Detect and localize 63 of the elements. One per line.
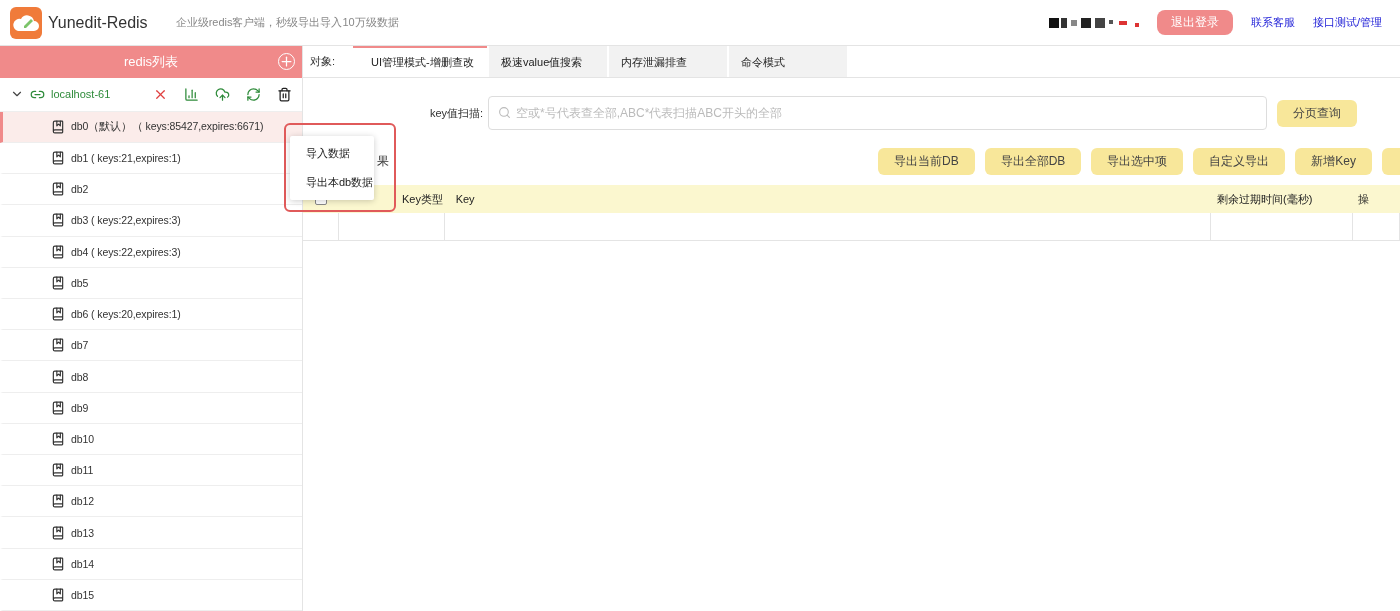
database-label: db14 (71, 557, 94, 570)
book-icon (51, 182, 65, 197)
search-icon (498, 106, 511, 119)
tab[interactable]: 极速value值搜索 (489, 46, 607, 77)
book-icon (51, 431, 65, 446)
add-icon[interactable] (278, 53, 295, 70)
book-icon (51, 338, 65, 353)
book-icon (51, 275, 65, 290)
book-icon (51, 525, 65, 540)
trash-icon[interactable] (277, 86, 292, 102)
database-label: db1 ( keys:21,expires:1) (71, 152, 181, 165)
database-label: db7 (71, 339, 89, 352)
database-label: db11 (71, 464, 94, 477)
database-label: db13 (71, 526, 94, 539)
app-slogan: 企业级redis客户端，秒级导出导入10万级数据 (175, 15, 399, 30)
search-field[interactable]: 空或*号代表查全部,ABC*代表扫描ABC开头的全部 (488, 96, 1267, 130)
app-logo (10, 6, 42, 39)
book-icon (51, 463, 65, 478)
book-icon (51, 244, 65, 259)
database-label: db4 ( keys:22,expires:3) (71, 245, 181, 258)
database-label: db8 (71, 370, 89, 383)
book-icon (51, 400, 65, 415)
book-icon (51, 307, 65, 322)
database-label: db10 (71, 432, 94, 445)
action-button[interactable]: 导出当前DB (877, 148, 975, 175)
book-icon (51, 213, 65, 228)
database-label: db9 (71, 401, 89, 414)
database-item[interactable]: db0（默认）（ keys:85427,expires:6671) (0, 111, 302, 143)
refresh-icon[interactable] (246, 86, 261, 102)
app-name: Yunedit-Redis (48, 13, 148, 32)
object-label: 对象: (309, 54, 337, 69)
database-label: db3 ( keys:22,expires:3) (71, 214, 181, 227)
connection-name[interactable]: localhost-61 (51, 88, 137, 101)
book-icon (51, 119, 65, 134)
book-icon (51, 369, 65, 384)
action-button[interactable]: 新增Key (1295, 148, 1372, 175)
action-button[interactable]: 导出全部DB (984, 148, 1082, 175)
query-button[interactable]: 分页查询 (1277, 99, 1357, 127)
cloud-upload-icon[interactable] (215, 86, 230, 102)
action-button[interactable]: 自定义导出 (1193, 148, 1286, 175)
bar-chart-icon[interactable] (184, 86, 199, 102)
book-icon (51, 494, 65, 509)
column-header: 剩余过期时间(毫秒) (1216, 191, 1314, 207)
database-label: db12 (71, 495, 94, 508)
database-label: db6 ( keys:20,expires:1) (71, 308, 181, 321)
database-label: db15 (71, 588, 94, 601)
column-header: 操 (1357, 191, 1371, 207)
database-label: db0（默认）（ keys:85427,expires:6671) (71, 119, 264, 134)
scan-label: key值扫描: (430, 105, 485, 121)
header-link[interactable]: 联系客服 (1250, 15, 1295, 30)
database-label: db2 (71, 183, 89, 196)
database-label: db5 (71, 276, 89, 289)
column-header: Key (454, 193, 476, 205)
results-label: 果 (377, 153, 389, 170)
tab[interactable]: 内存泄漏排查 (609, 46, 727, 77)
action-button[interactable]: 导出选中项 (1091, 148, 1184, 175)
column-header: Key类型 (400, 191, 444, 207)
book-icon (51, 587, 65, 602)
header-link[interactable]: 接口测试/管理 (1312, 15, 1382, 30)
sidebar-title: redis列表 (123, 52, 179, 71)
book-icon (51, 556, 65, 571)
tab[interactable]: 命令模式 (729, 46, 847, 77)
book-icon (51, 151, 65, 166)
